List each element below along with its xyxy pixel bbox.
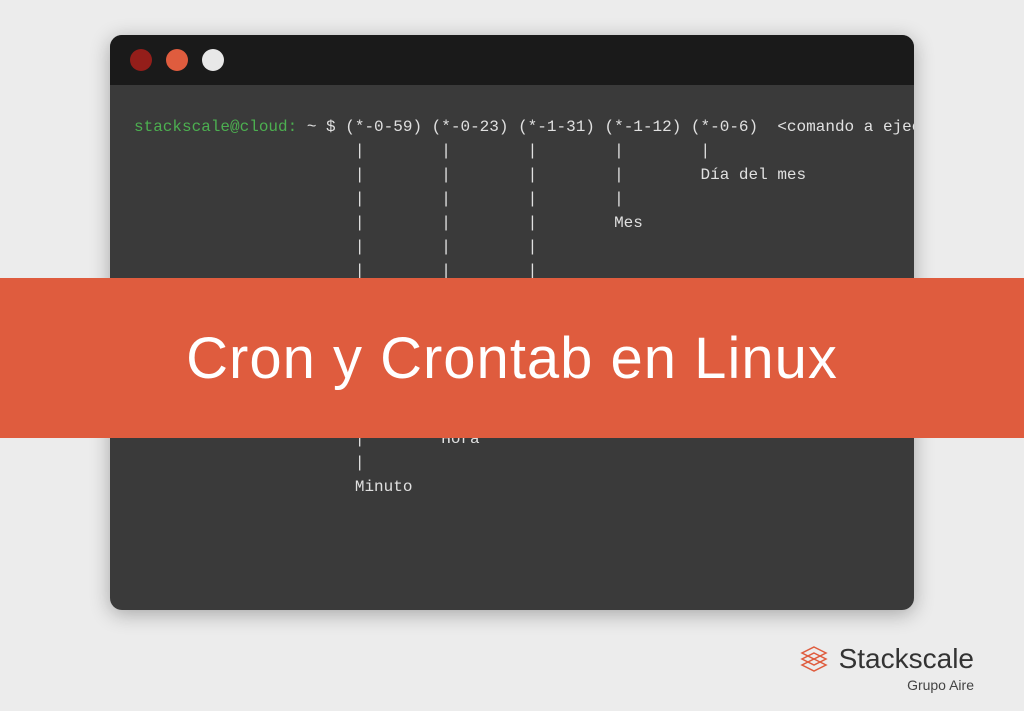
brand-logo: Stackscale Grupo Aire [799,643,974,693]
close-icon [130,49,152,71]
title-banner: Cron y Crontab en Linux [0,278,1024,438]
prompt-user: stackscale@cloud: [134,118,297,136]
prompt-path: ~ [297,118,326,136]
prompt-symbol: $ [326,118,345,136]
maximize-icon [202,49,224,71]
logo-subtitle: Grupo Aire [799,677,974,693]
label-mes: Mes [614,214,643,232]
stackscale-logo-icon [799,644,829,674]
banner-title: Cron y Crontab en Linux [186,325,838,392]
minimize-icon [166,49,188,71]
logo-name: Stackscale [839,643,974,675]
label-dia-mes-top: Día del mes [701,166,807,184]
window-title-bar [110,35,914,85]
cron-fields: (*-0-59) (*-0-23) (*-1-31) (*-1-12) (*-0… [345,118,758,136]
command-placeholder: <comando a ejecutar> [758,118,914,136]
label-minuto: Minuto [355,478,413,496]
